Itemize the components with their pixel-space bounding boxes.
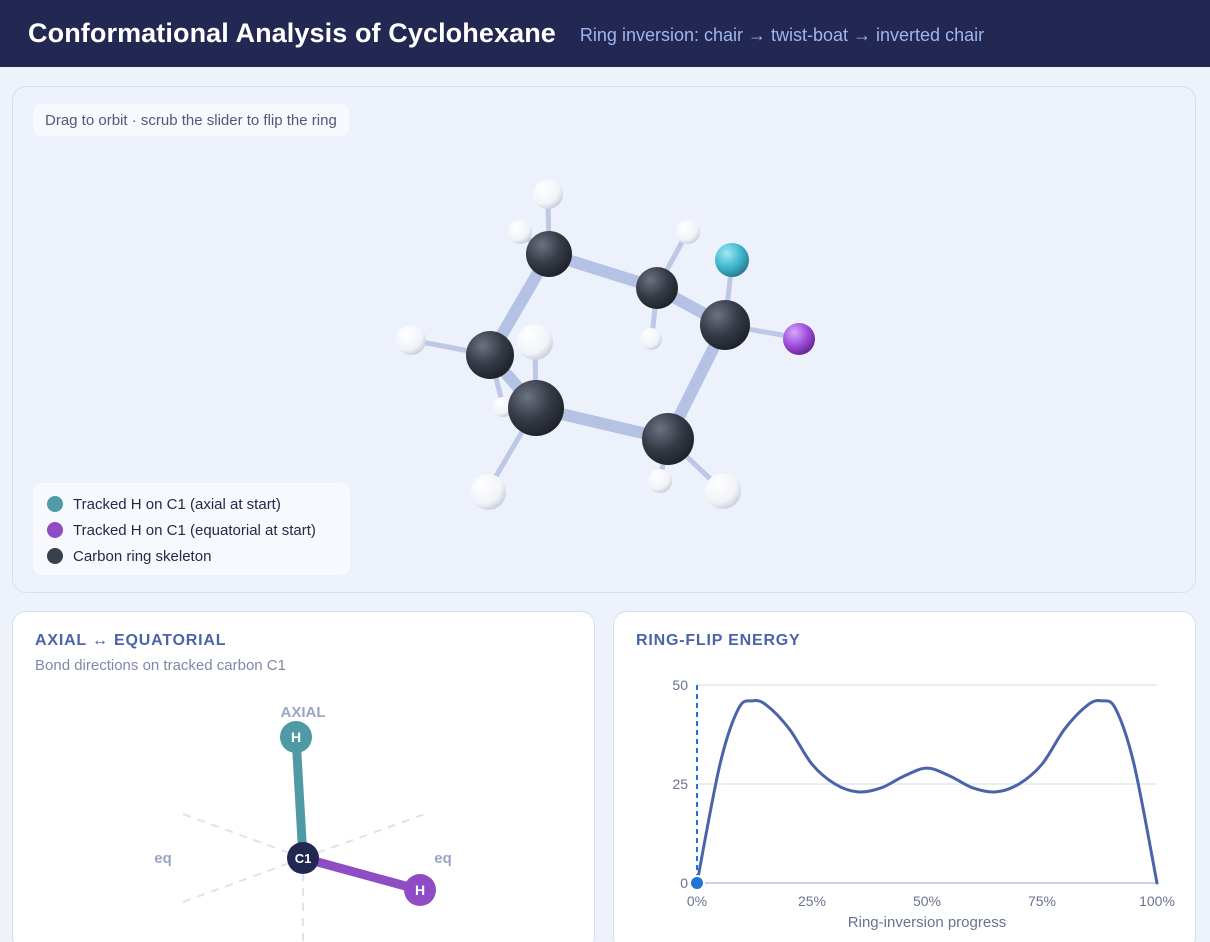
app-header: Conformational Analysis of Cyclohexane R… — [0, 0, 1210, 67]
legend-swatch-equatorial — [47, 522, 63, 538]
eq-left-label: eq — [154, 850, 172, 867]
x-tick-label: 100% — [1139, 893, 1175, 909]
equatorial-bond — [298, 853, 425, 895]
axial-bond — [291, 732, 308, 863]
legend-item-carbon: Carbon ring skeleton — [47, 543, 336, 569]
ring-flip-energy-card: RING-FLIP ENERGY 0 25 50 0% 25% 50% 75% 100% R… — [613, 611, 1196, 942]
energy-curve — [695, 699, 1159, 885]
legend-swatch-axial — [47, 496, 63, 512]
chart-y-ticks: 0 25 50 — [672, 677, 688, 891]
legend-swatch-carbon — [47, 548, 63, 564]
bond-direction-diagram: AXIAL eq eq H H C1 — [154, 704, 452, 942]
axial-axis-label: AXIAL — [281, 704, 326, 721]
page-subtitle: Ring inversion: chair → twist-boat → inv… — [579, 25, 985, 45]
legend-label-equatorial: Tracked H on C1 (equatorial at start) — [73, 521, 316, 539]
energy-chart[interactable]: 0 25 50 0% 25% 50% 75% 100% Ring-inversion pro… — [614, 612, 1196, 942]
legend-label-carbon: Carbon ring skeleton — [73, 547, 212, 565]
progress-marker[interactable] — [689, 875, 705, 891]
legend-item-equatorial: Tracked H on C1 (equatorial at start) — [47, 517, 336, 543]
legend-label-axial: Tracked H on C1 (axial at start) — [73, 495, 281, 513]
tracked-axial-hydrogen[interactable] — [715, 243, 749, 277]
axial-equatorial-card: AXIAL ↔ EQUATORIAL Bond directions on tr… — [12, 611, 595, 942]
chart-x-ticks: 0% 25% 50% 75% 100% — [687, 893, 1175, 909]
y-tick-label: 25 — [672, 776, 688, 792]
chart-gridlines — [697, 684, 1157, 884]
x-tick-label: 50% — [913, 893, 941, 909]
axial-h-label: H — [291, 729, 301, 745]
legend-item-axial: Tracked H on C1 (axial at start) — [47, 491, 336, 517]
viewer-legend: Tracked H on C1 (axial at start) Tracked… — [33, 483, 350, 575]
chart-x-axis-label: Ring-inversion progress — [848, 914, 1006, 931]
y-tick-label: 0 — [680, 875, 688, 891]
viewer-hint-text: Drag to orbit · scrub the slider to flip… — [45, 111, 337, 129]
tracked-equatorial-hydrogen[interactable] — [783, 323, 815, 355]
x-tick-label: 25% — [798, 893, 826, 909]
c1-label: C1 — [295, 851, 312, 866]
molecule-viewer[interactable]: Drag to orbit · scrub the slider to flip… — [12, 86, 1196, 593]
equatorial-h-label: H — [415, 882, 425, 898]
eq-right-label: eq — [434, 850, 452, 867]
viewer-hint: Drag to orbit · scrub the slider to flip… — [33, 104, 349, 136]
x-tick-label: 0% — [687, 893, 707, 909]
x-tick-label: 75% — [1028, 893, 1056, 909]
page-title: Conformational Analysis of Cyclohexane — [28, 18, 556, 48]
y-tick-label: 50 — [672, 677, 688, 693]
